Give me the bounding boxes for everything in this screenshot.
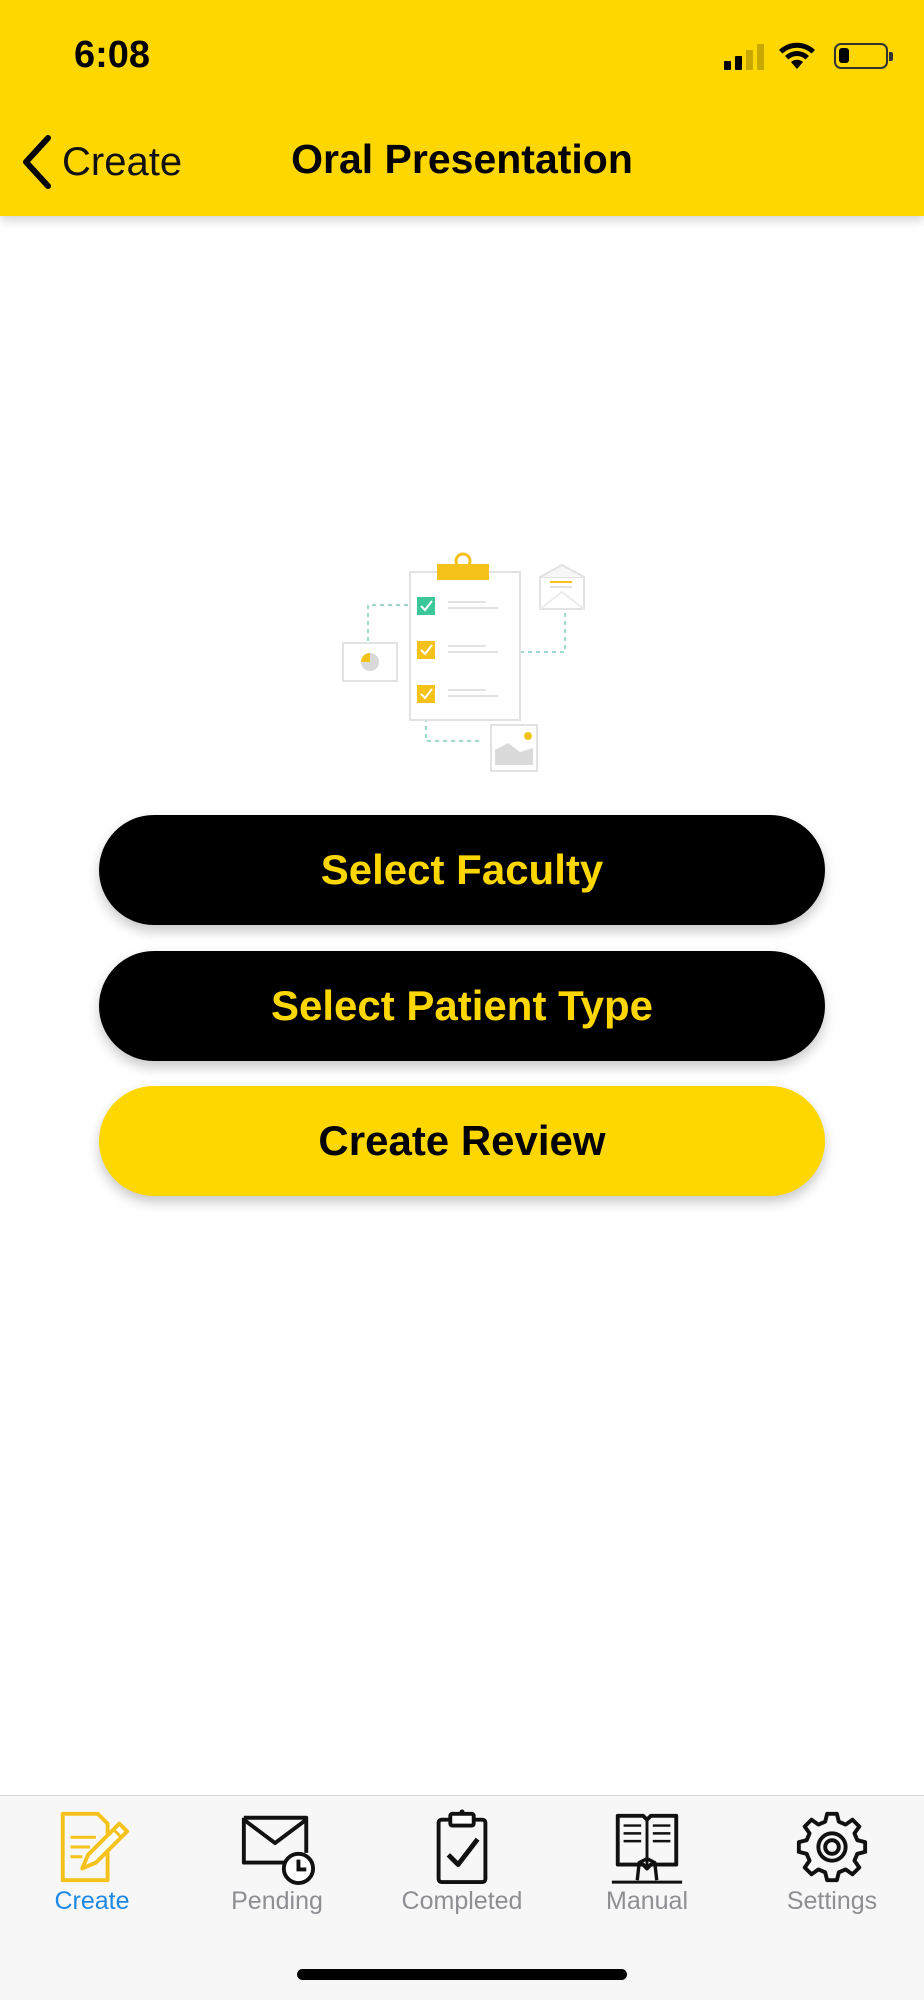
header: 6:08 Create Oral Presentation [0,0,924,216]
tab-completed[interactable]: Completed [370,1796,554,1916]
tab-settings[interactable]: Settings [740,1796,924,1916]
battery-icon [834,43,893,69]
tab-pending[interactable]: Pending [185,1796,369,1916]
status-time: 6:08 [74,34,151,76]
tab-label: Pending [231,1887,323,1915]
checklist-illustration [342,552,585,772]
book-icon [611,1813,683,1884]
status-icons [724,38,893,74]
tab-manual[interactable]: Manual [555,1796,739,1916]
wifi-icon [779,42,815,69]
tab-label: Manual [606,1887,688,1915]
create-note-icon [60,1811,130,1883]
create-review-button[interactable]: Create Review [99,1086,825,1196]
page-title: Oral Presentation [291,136,633,182]
cellular-signal-icon [724,42,764,70]
tab-label: Settings [786,1887,878,1915]
home-indicator [297,1969,627,1980]
gear-icon [796,1811,868,1883]
mail-clock-icon [241,1815,316,1886]
tab-label: Completed [401,1887,523,1915]
select-faculty-button[interactable]: Select Faculty [99,815,825,925]
select-patient-type-button[interactable]: Select Patient Type [99,951,825,1061]
tab-label: Create [54,1887,130,1915]
clipboard-check-icon [436,1809,488,1885]
tab-create[interactable]: Create [0,1796,184,1916]
